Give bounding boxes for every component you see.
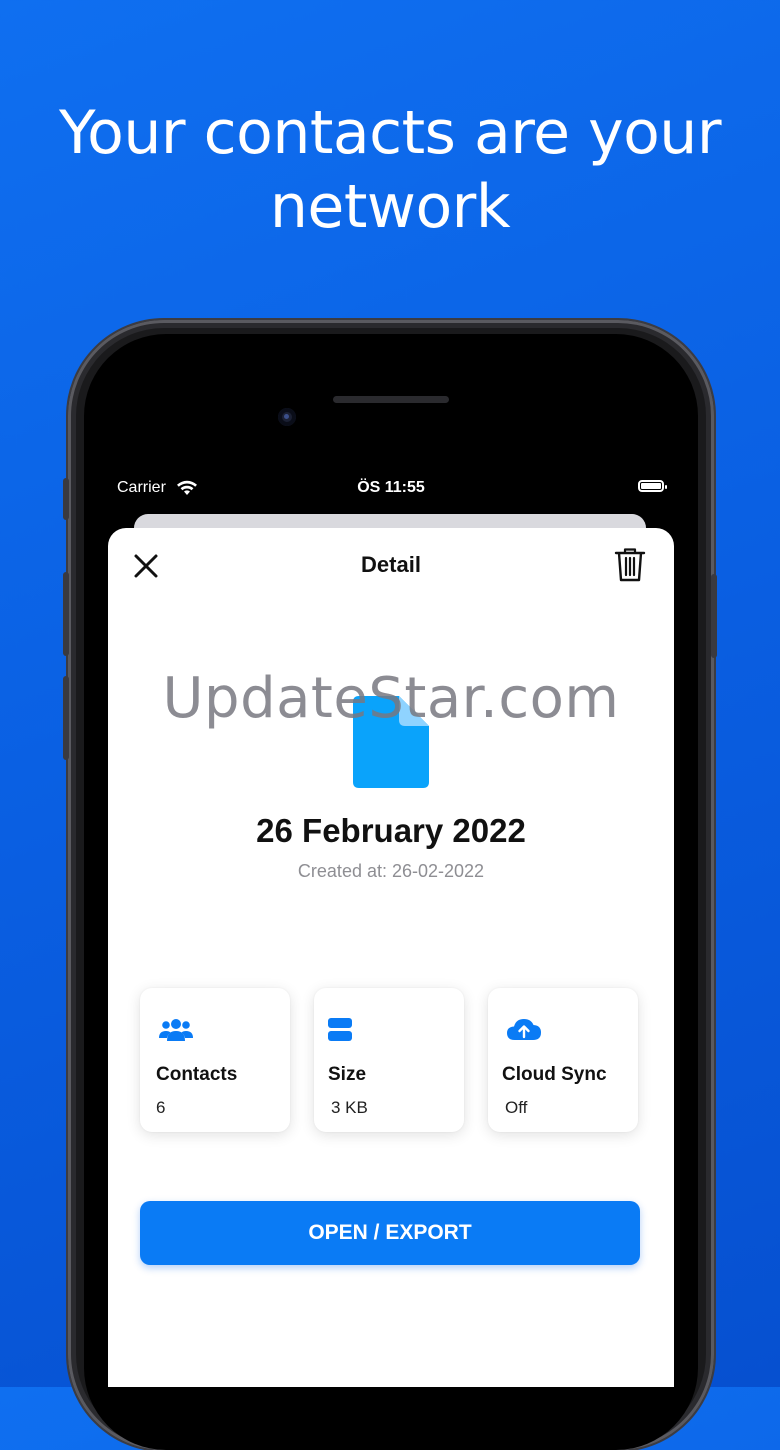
- front-camera: [278, 408, 296, 426]
- watermark: UpdateStar.com: [162, 666, 620, 731]
- open-export-button[interactable]: OPEN / EXPORT: [140, 1201, 640, 1265]
- power-button: [711, 574, 717, 658]
- page-title: Detail: [361, 552, 421, 577]
- battery-icon: [638, 480, 667, 492]
- headline-line-2: network: [269, 172, 511, 242]
- mute-switch: [63, 478, 69, 520]
- detail-sheet: Detail UpdateStar.com 26 February 2022 C…: [108, 528, 674, 1387]
- status-time: ÖS 11:55: [357, 479, 425, 496]
- storage-icon: [328, 1018, 352, 1041]
- contacts-label: Contacts: [156, 1064, 238, 1085]
- contacts-value: 6: [156, 1098, 166, 1117]
- earpiece-speaker: [333, 396, 449, 403]
- cloud-upload-icon: [507, 1019, 541, 1040]
- users-icon: [159, 1019, 193, 1041]
- file-name: 26 February 2022: [256, 812, 526, 849]
- size-card: Size 3 KB: [314, 988, 464, 1132]
- size-value: 3 KB: [331, 1098, 368, 1117]
- cloud-sync-value: Off: [505, 1098, 528, 1117]
- headline-line-1: Your contacts are your: [58, 98, 722, 168]
- cloud-sync-card: Cloud Sync Off: [488, 988, 638, 1132]
- trash-button[interactable]: [614, 547, 646, 583]
- created-date: Created at: 26-02-2022: [297, 861, 485, 881]
- contacts-card: Contacts 6: [140, 988, 290, 1132]
- volume-down-button: [63, 676, 69, 760]
- phone-screen: Carrier ÖS 11:55 Detail UpdateStar.com 2…: [104, 470, 678, 1387]
- status-bar: Carrier ÖS 11:55: [104, 470, 678, 506]
- size-label: Size: [328, 1064, 367, 1085]
- volume-up-button: [63, 572, 69, 656]
- headline: Your contacts are your network: [0, 96, 780, 244]
- cloud-sync-label: Cloud Sync: [502, 1064, 607, 1085]
